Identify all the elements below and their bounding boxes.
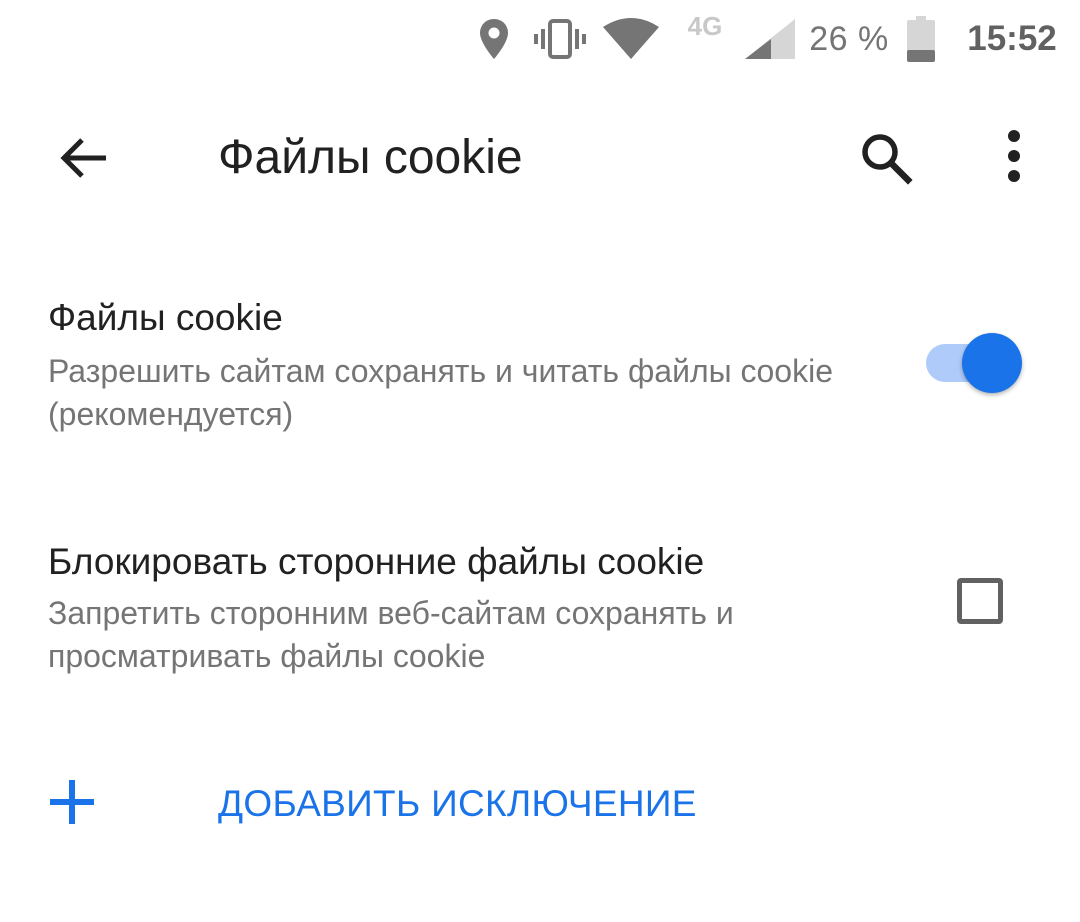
battery-icon [900,12,942,66]
plus-icon [50,780,94,824]
cookie-settings-screen: 4G 26 % 15:52 Файлы cookie Файлы cookie … [0,0,1080,922]
add-exception-button[interactable]: ДОБАВИТЬ ИСКЛЮЧЕНИЕ [0,758,1080,848]
cookies-setting-summary: Разрешить сайтам сохранять и читать файл… [48,353,833,432]
back-arrow-icon [60,138,106,178]
vibrate-icon [530,12,590,66]
more-vert-icon [1008,130,1020,182]
battery-percent: 26 % [809,19,889,58]
status-bar: 4G 26 % 15:52 [0,0,1080,78]
search-icon [862,134,913,185]
add-exception-label: ДОБАВИТЬ ИСКЛЮЧЕНИЕ [218,783,697,824]
search-button[interactable] [846,118,926,198]
block-third-party-checkbox[interactable] [957,578,1003,624]
cookies-setting-title: Файлы cookie [48,297,283,338]
more-options-button[interactable] [974,116,1054,196]
location-icon [472,12,516,66]
page-title: Файлы cookie [218,131,523,184]
block-third-party-row[interactable]: Блокировать сторонние файлы cookie Запре… [0,522,1080,712]
cookies-setting-row[interactable]: Файлы cookie Разрешить сайтам сохранять … [0,280,1080,470]
toggle-thumb [962,333,1022,393]
cookies-toggle[interactable] [922,333,1026,393]
app-bar: Файлы cookie [0,110,1080,206]
back-button[interactable] [44,118,124,198]
cellular-signal-icon [742,12,798,66]
block-third-party-summary: Запретить сторонним веб-сайтам сохранять… [48,595,734,674]
status-time: 15:52 [967,19,1057,58]
block-third-party-title: Блокировать сторонние файлы cookie [48,541,705,582]
network-type: 4G [687,10,723,41]
wifi-icon [600,12,662,66]
